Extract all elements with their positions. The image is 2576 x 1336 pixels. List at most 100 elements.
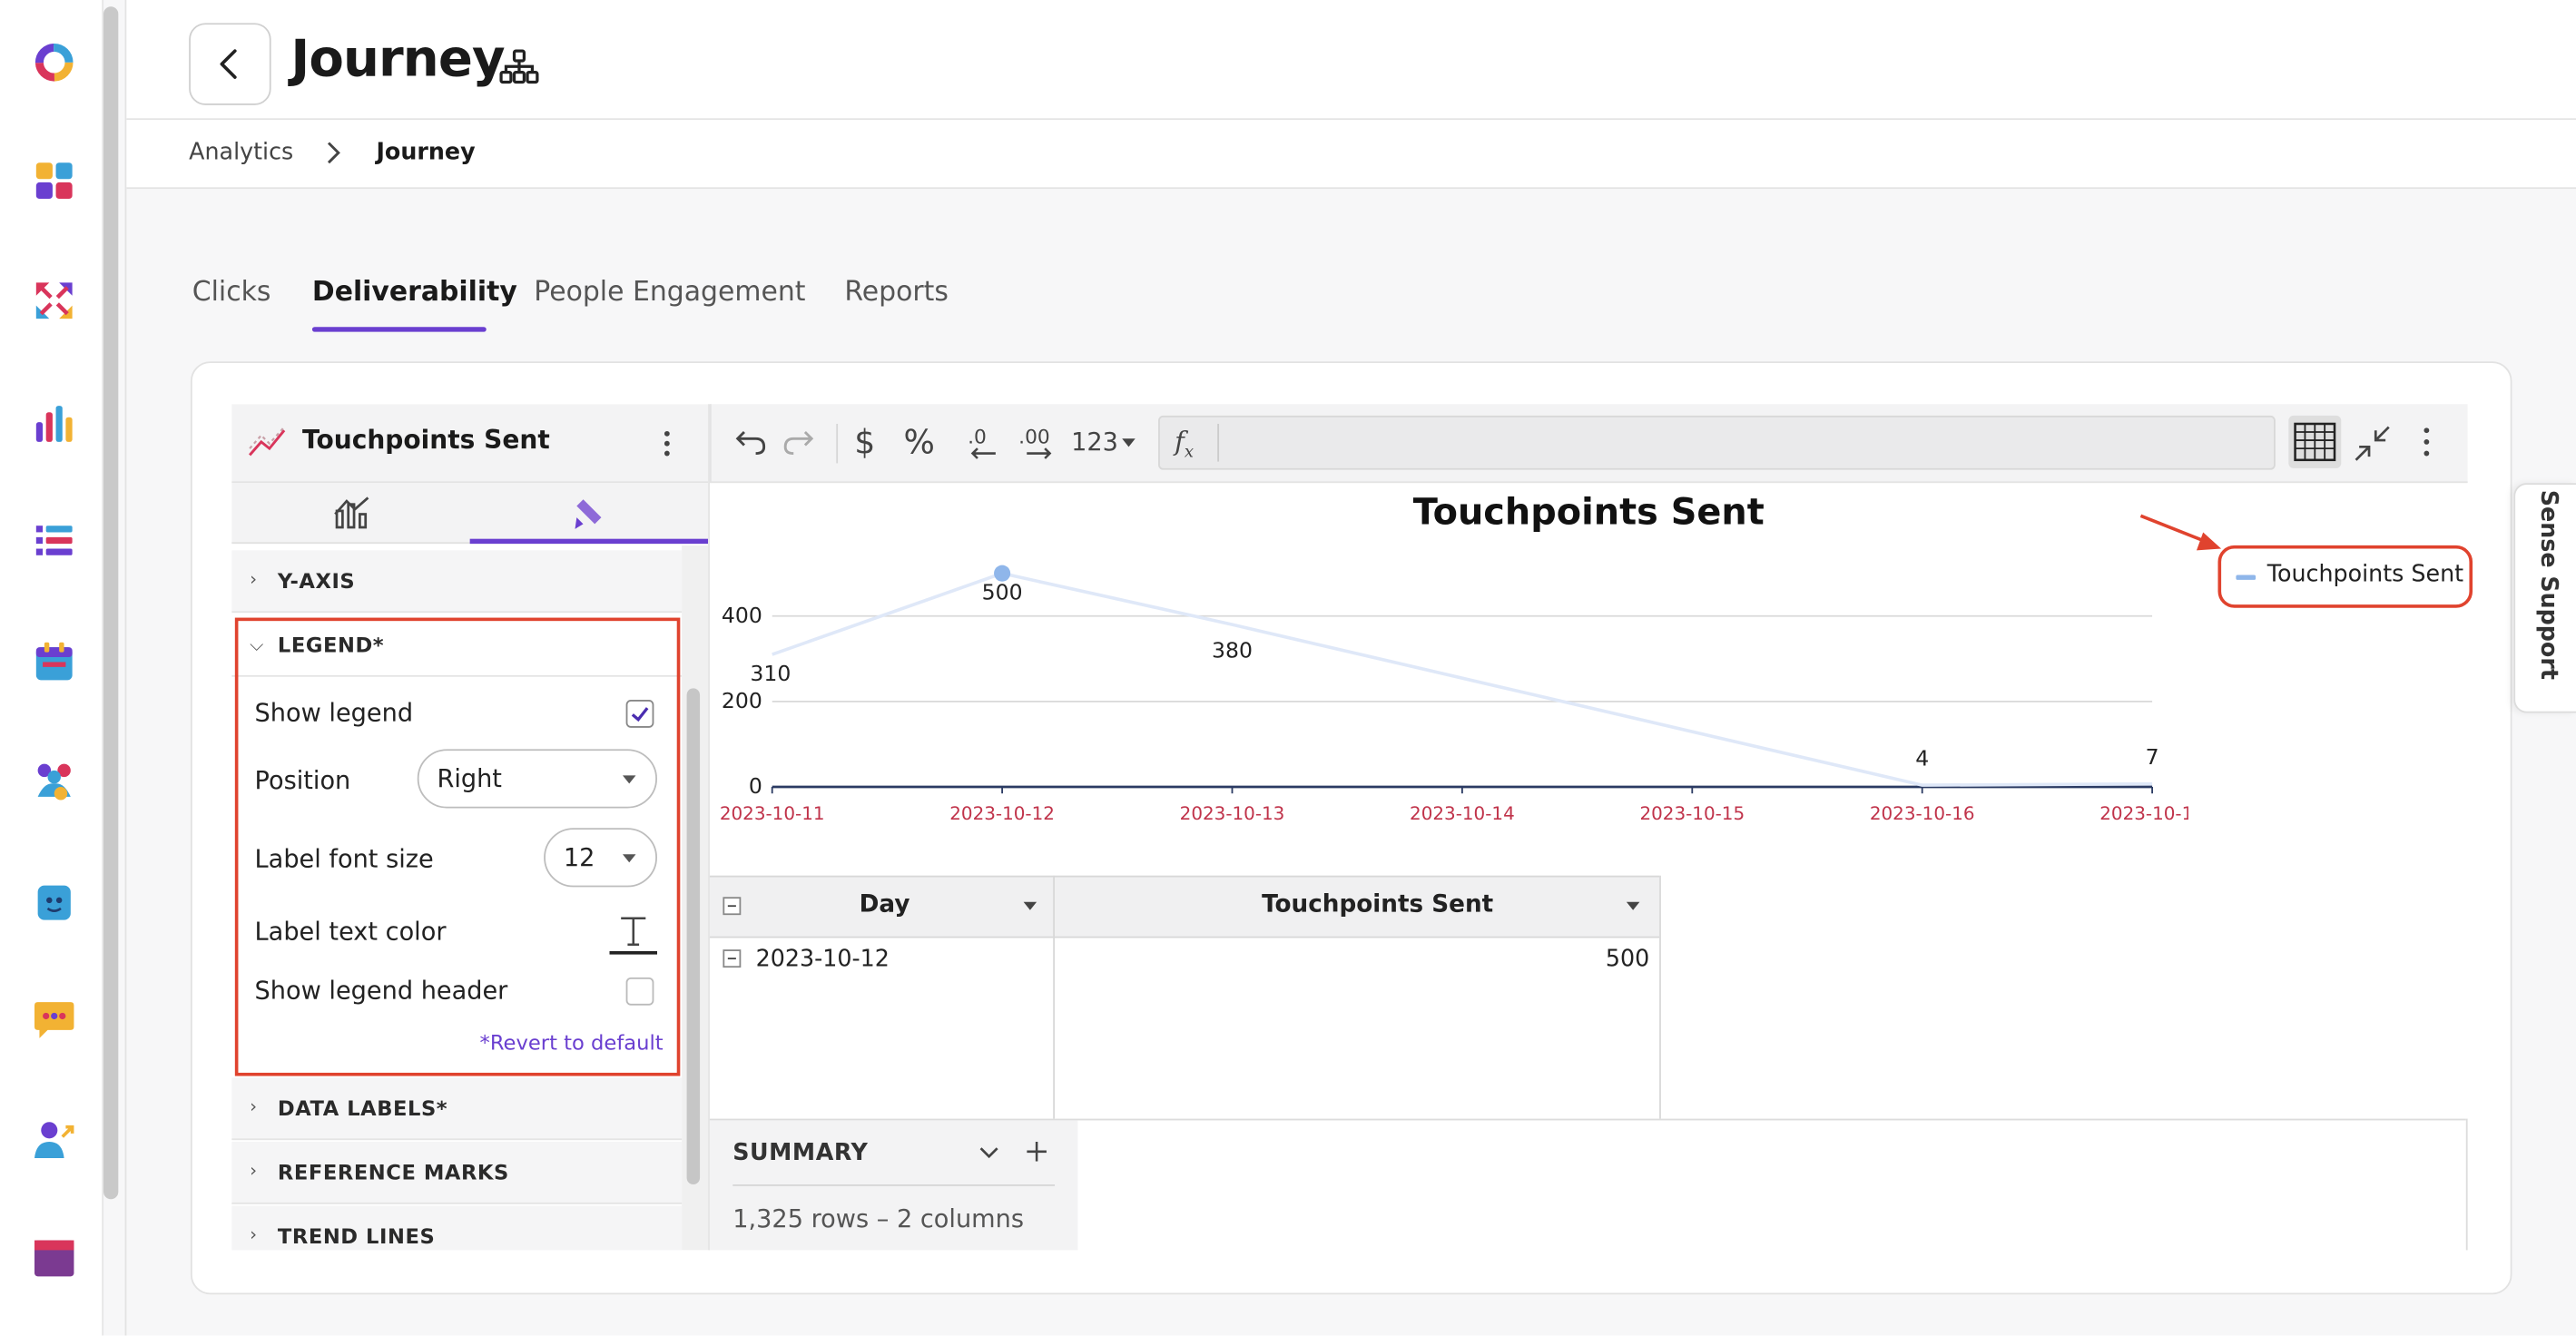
collapse-all-icon[interactable] <box>723 897 742 916</box>
data-table: Day Touchpoints Sent 2023-10-12 500 <box>709 875 1661 1119</box>
analytics-bar-icon[interactable] <box>31 401 77 447</box>
legend-swatch <box>2236 575 2256 580</box>
divider <box>124 0 127 1336</box>
chart-config-panel: Touchpoints Sent › Y-AXIS ⌵ LEGEND* Show… <box>231 404 709 1251</box>
sense-support-tab[interactable]: Sense Support <box>2513 483 2576 713</box>
chevron-right-icon <box>327 142 340 164</box>
logo-icon[interactable] <box>31 39 77 85</box>
section-label: REFERENCE MARKS <box>277 1159 509 1185</box>
chevron-down-icon[interactable] <box>1023 901 1037 910</box>
tab-clicks[interactable]: Clicks <box>192 276 271 307</box>
breadcrumb-analytics[interactable]: Analytics <box>189 140 293 166</box>
collapse-row-icon[interactable] <box>723 949 742 968</box>
chart-title: Touchpoints Sent <box>1412 493 1765 535</box>
percent-format-icon[interactable]: % <box>903 422 934 461</box>
calendar-icon[interactable] <box>31 639 77 685</box>
table-view-toggle[interactable] <box>2288 415 2342 468</box>
column-divider <box>1053 875 1056 1119</box>
chevron-down-icon[interactable] <box>979 1146 999 1159</box>
summary-info: 1,325 rows – 2 columns <box>732 1203 1024 1234</box>
more-vertical-icon[interactable] <box>659 427 675 460</box>
cell-value: 500 <box>1605 946 1650 973</box>
more-vertical-icon[interactable] <box>2418 424 2434 460</box>
tab-reports[interactable]: Reports <box>844 276 949 307</box>
chevron-right-icon: › <box>250 1095 258 1117</box>
hierarchy-icon[interactable] <box>499 49 539 85</box>
divider <box>1217 423 1220 462</box>
x-tick-label: 2023-10-16 <box>1870 803 1975 824</box>
breadcrumb: Analytics Journey <box>126 120 2576 190</box>
section-trend-lines[interactable]: › TREND LINES <box>231 1205 683 1251</box>
sense-support-label: Sense Support <box>2534 489 2561 680</box>
summary-label: SUMMARY <box>732 1140 869 1167</box>
tab-deliverability[interactable]: Deliverability <box>312 276 517 307</box>
panel-tabs <box>231 483 709 545</box>
divider <box>2465 1118 2468 1251</box>
data-label: 500 <box>982 580 1023 605</box>
collapse-icon[interactable] <box>2353 424 2392 463</box>
chevron-down-icon[interactable] <box>1122 438 1136 447</box>
column-header-touchpoints[interactable]: Touchpoints Sent <box>1262 892 1493 918</box>
legend-label: Touchpoints Sent <box>2266 562 2464 588</box>
column-header-day[interactable]: Day <box>860 892 910 918</box>
journeys-arrows-icon[interactable] <box>31 278 77 324</box>
data-label: 310 <box>750 661 791 686</box>
page-header: Journey <box>126 0 2576 121</box>
line-chart-icon <box>249 426 286 457</box>
line-chart: 0 200 400 2023-10-11 2023-10-12 2023-10-13 202… <box>720 565 2188 824</box>
chat-icon[interactable] <box>31 997 77 1044</box>
active-panel-tab-indicator <box>469 538 709 545</box>
page-title: Journey <box>290 29 505 89</box>
summary-panel: SUMMARY 1,325 rows – 2 columns <box>709 1120 1078 1251</box>
section-reference-marks[interactable]: › REFERENCE MARKS <box>231 1141 683 1204</box>
chart-legend[interactable]: Touchpoints Sent <box>2217 545 2473 608</box>
undo-icon[interactable] <box>734 427 767 457</box>
user-settings-icon[interactable] <box>31 1117 77 1164</box>
y-tick-label: 200 <box>722 688 762 713</box>
cell-day: 2023-10-12 <box>755 946 890 973</box>
section-label: Y-AXIS <box>277 568 356 594</box>
back-button[interactable] <box>189 23 271 105</box>
list-icon[interactable] <box>31 519 77 565</box>
bot-icon[interactable] <box>31 879 77 925</box>
svg-text:.00: .00 <box>1018 427 1050 449</box>
divider <box>732 1184 1056 1186</box>
panel-scrollbar[interactable] <box>686 688 701 1185</box>
section-label: DATA LABELS* <box>277 1095 448 1121</box>
chevron-right-icon: › <box>250 568 258 590</box>
section-y-axis[interactable]: › Y-AXIS <box>231 550 683 614</box>
x-tick-label: 2023-10-13 <box>1180 803 1285 824</box>
panel-header: Touchpoints Sent <box>231 404 709 484</box>
section-data-labels[interactable]: › DATA LABELS* <box>231 1077 683 1141</box>
toolbar-divider <box>836 423 839 464</box>
decrease-decimals-icon[interactable]: .0 <box>963 420 1002 463</box>
active-tab-indicator <box>311 327 487 332</box>
chevron-down-icon[interactable] <box>1626 901 1640 910</box>
window-icon[interactable] <box>31 1235 77 1282</box>
svg-text:.0: .0 <box>968 427 987 449</box>
tab-people-engagement[interactable]: People Engagement <box>534 276 805 307</box>
people-icon[interactable] <box>31 757 77 803</box>
dashboard-icon[interactable] <box>31 158 77 204</box>
x-tick-label: 2023-10-17 <box>2099 803 2188 824</box>
chart-type-icon[interactable] <box>332 495 371 531</box>
legend-section-highlight <box>234 617 681 1076</box>
function-icon: fx <box>1175 425 1195 462</box>
chevron-right-icon: › <box>250 1223 258 1245</box>
y-tick-label: 0 <box>749 773 762 799</box>
section-label: TREND LINES <box>277 1223 436 1249</box>
add-icon[interactable] <box>1027 1141 1047 1162</box>
format-brush-icon[interactable] <box>570 495 606 531</box>
x-tick-label: 2023-10-15 <box>1639 803 1745 824</box>
data-label: 7 <box>2146 744 2159 770</box>
redo-icon[interactable] <box>782 427 815 457</box>
increase-decimals-icon[interactable]: .00 <box>1017 420 1063 463</box>
number-format-button[interactable]: 123 <box>1071 427 1118 457</box>
panel-title: Touchpoints Sent <box>302 425 550 456</box>
currency-format-icon[interactable]: $ <box>854 422 875 461</box>
left-nav-rail <box>0 0 104 1336</box>
x-tick-label: 2023-10-12 <box>949 803 1055 824</box>
nav-scrollbar[interactable] <box>103 6 119 1200</box>
formula-bar[interactable]: fx <box>1158 415 2276 470</box>
table-row[interactable]: 2023-10-12 500 <box>710 937 1659 983</box>
